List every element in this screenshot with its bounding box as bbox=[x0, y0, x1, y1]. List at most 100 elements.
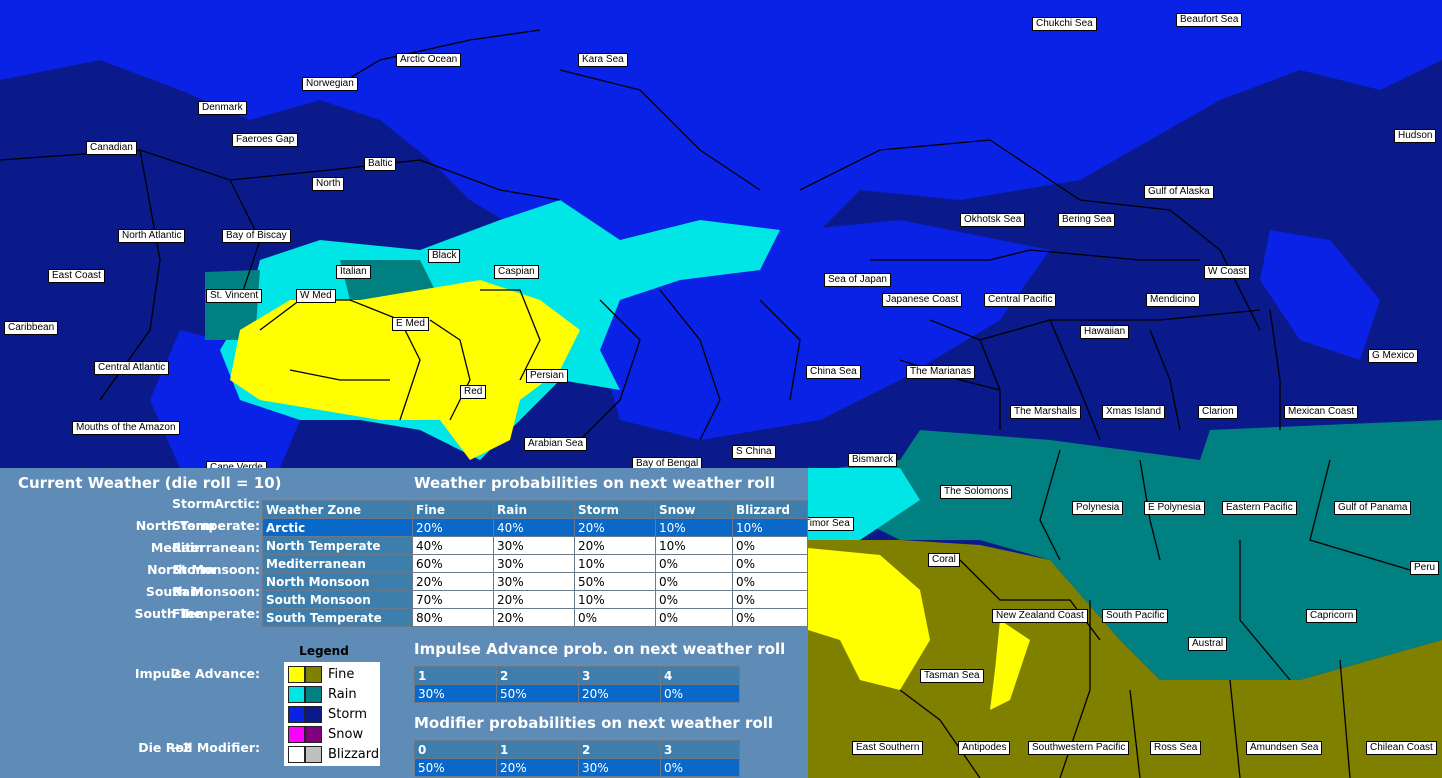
map-label[interactable]: Capricorn bbox=[1306, 609, 1358, 623]
cell: 10% bbox=[574, 554, 656, 573]
map-label[interactable]: Arabian Sea bbox=[524, 437, 588, 451]
table-row[interactable]: South Monsoon 70% 20% 10% 0% 0% bbox=[262, 590, 808, 609]
zone-cell: Arctic bbox=[262, 518, 413, 537]
map-label[interactable]: The Marianas bbox=[906, 365, 976, 379]
column-header: Snow bbox=[655, 500, 733, 519]
map-label[interactable]: South Pacific bbox=[1102, 609, 1169, 623]
map-label[interactable]: Japanese Coast bbox=[882, 293, 963, 307]
map-label[interactable]: Hudson bbox=[1394, 129, 1437, 143]
map-label[interactable]: Persian bbox=[526, 369, 568, 383]
cell: 20% bbox=[412, 572, 494, 591]
map-label[interactable]: Eastern Pacific bbox=[1222, 501, 1297, 515]
map-label[interactable]: Central Pacific bbox=[984, 293, 1057, 307]
map-label[interactable]: Red bbox=[460, 385, 487, 399]
map-label[interactable]: W Coast bbox=[1204, 265, 1251, 279]
impulse-prob-table: 1 2 3 4 30% 50% 20% 0% bbox=[414, 666, 740, 703]
map-label[interactable]: Austral bbox=[1188, 637, 1228, 651]
map-label[interactable]: Okhotsk Sea bbox=[960, 213, 1026, 227]
zone-value: Rain bbox=[172, 540, 204, 555]
table-row[interactable]: 30% 50% 20% 0% bbox=[414, 684, 740, 703]
map-label[interactable]: Hawaiian bbox=[1080, 325, 1130, 339]
map-label[interactable]: Mexican Coast bbox=[1284, 405, 1359, 419]
map-label[interactable]: Timor Sea bbox=[800, 517, 854, 531]
map-label[interactable]: Tasman Sea bbox=[920, 669, 984, 683]
impulse-prob-title: Impulse Advance prob. on next weather ro… bbox=[414, 640, 786, 658]
map-label[interactable]: The Marshalls bbox=[1010, 405, 1081, 419]
map-label[interactable]: New Zealand Coast bbox=[992, 609, 1088, 623]
map-label[interactable]: Xmas Island bbox=[1102, 405, 1166, 419]
blizzard-swatch-icon bbox=[288, 745, 305, 763]
cell: 30% bbox=[578, 758, 661, 777]
map-label[interactable]: Central Atlantic bbox=[94, 361, 170, 375]
table-row[interactable]: South Temperate 80% 20% 0% 0% 0% bbox=[262, 608, 808, 627]
cell: 30% bbox=[493, 554, 575, 573]
column-header: 3 bbox=[660, 740, 740, 759]
map-label[interactable]: Arctic Ocean bbox=[396, 53, 462, 67]
zone-cell: North Monsoon bbox=[262, 572, 413, 591]
map-label[interactable]: Mendicino bbox=[1146, 293, 1200, 307]
modifier-value: +2 bbox=[172, 740, 192, 755]
map-label[interactable]: Caribbean bbox=[4, 321, 59, 335]
map-label[interactable]: Bismarck bbox=[848, 453, 898, 467]
map-label[interactable]: Gulf of Panama bbox=[1334, 501, 1412, 515]
map-label[interactable]: Antipodes bbox=[958, 741, 1011, 755]
storm-dark-swatch-icon bbox=[305, 705, 322, 723]
cell: 20% bbox=[574, 536, 656, 555]
map-label[interactable]: Coral bbox=[928, 553, 960, 567]
cell: 20% bbox=[493, 608, 575, 627]
table-row[interactable]: Arctic 20% 40% 20% 10% 10% bbox=[262, 518, 808, 537]
map-label[interactable]: S China bbox=[732, 445, 776, 459]
cell: 20% bbox=[574, 518, 656, 537]
cell: 0% bbox=[732, 590, 808, 609]
map-label[interactable]: Caspian bbox=[494, 265, 539, 279]
map-label[interactable]: Baltic bbox=[364, 157, 397, 171]
map-label[interactable]: Italian bbox=[336, 265, 371, 279]
table-header-row: 0 1 2 3 bbox=[414, 740, 740, 759]
map-label[interactable]: St. Vincent bbox=[206, 289, 263, 303]
map-label[interactable]: Black bbox=[428, 249, 461, 263]
cell: 10% bbox=[655, 518, 733, 537]
map-label[interactable]: Beaufort Sea bbox=[1176, 13, 1243, 27]
legend-item-fine: Fine bbox=[284, 664, 380, 684]
weather-prob-table: Weather Zone Fine Rain Storm Snow Blizza… bbox=[262, 500, 808, 627]
map-label[interactable]: Clarion bbox=[1198, 405, 1238, 419]
table-row[interactable]: Mediterranean 60% 30% 10% 0% 0% bbox=[262, 554, 808, 573]
map-label[interactable]: E Med bbox=[392, 317, 429, 331]
map-label[interactable]: Bay of Biscay bbox=[222, 229, 291, 243]
map-label[interactable]: Amundsen Sea bbox=[1246, 741, 1323, 755]
cell: 40% bbox=[493, 518, 575, 537]
map-label[interactable]: Ross Sea bbox=[1150, 741, 1202, 755]
map-label[interactable]: G Mexico bbox=[1368, 349, 1419, 363]
map-label[interactable]: Norwegian bbox=[302, 77, 358, 91]
zone-value: Storm bbox=[172, 562, 215, 577]
map-label[interactable]: The Solomons bbox=[940, 485, 1013, 499]
column-header: Fine bbox=[412, 500, 494, 519]
map-label[interactable]: Kara Sea bbox=[578, 53, 628, 67]
table-row[interactable]: 50% 20% 30% 0% bbox=[414, 758, 740, 777]
map-label[interactable]: E Polynesia bbox=[1144, 501, 1205, 515]
map-label[interactable]: North Atlantic bbox=[118, 229, 186, 243]
map-label[interactable]: Peru bbox=[1410, 561, 1440, 575]
fine-swatch-icon bbox=[288, 665, 305, 683]
map-label[interactable]: Chukchi Sea bbox=[1032, 17, 1097, 31]
map-label[interactable]: East Southern bbox=[852, 741, 924, 755]
table-row[interactable]: North Monsoon 20% 30% 50% 0% 0% bbox=[262, 572, 808, 591]
table-header-row: Weather Zone Fine Rain Storm Snow Blizza… bbox=[262, 500, 808, 519]
map-label[interactable]: Polynesia bbox=[1072, 501, 1124, 515]
map-label[interactable]: Denmark bbox=[198, 101, 247, 115]
map-label[interactable]: Chilean Coast bbox=[1366, 741, 1437, 755]
map-label[interactable]: Gulf of Alaska bbox=[1144, 185, 1214, 199]
map-label[interactable]: Canadian bbox=[86, 141, 137, 155]
map-label[interactable]: Faeroes Gap bbox=[232, 133, 299, 147]
map-label[interactable]: Bering Sea bbox=[1058, 213, 1116, 227]
cell: 0% bbox=[732, 572, 808, 591]
map-label[interactable]: North bbox=[312, 177, 345, 191]
map-label[interactable]: Sea of Japan bbox=[824, 273, 891, 287]
map-label[interactable]: East Coast bbox=[48, 269, 105, 283]
map-label[interactable]: Mouths of the Amazon bbox=[72, 421, 180, 435]
map-label[interactable]: Southwestern Pacific bbox=[1028, 741, 1130, 755]
map-label[interactable]: China Sea bbox=[806, 365, 861, 379]
storm-swatch-icon bbox=[288, 705, 305, 723]
map-label[interactable]: W Med bbox=[296, 289, 336, 303]
table-row[interactable]: North Temperate 40% 30% 20% 10% 0% bbox=[262, 536, 808, 555]
